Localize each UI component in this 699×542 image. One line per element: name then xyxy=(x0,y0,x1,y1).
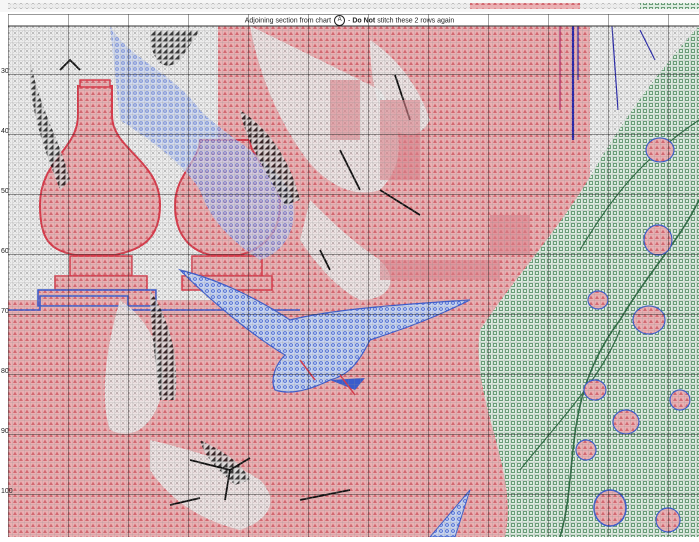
row-number-80: 80 xyxy=(1,368,9,375)
row-number-100: 100 xyxy=(1,488,13,495)
cross-stitch-chart: Adjoining section from chart A - Do Not … xyxy=(0,0,699,538)
grid-overlay xyxy=(8,14,699,537)
chart-canvas xyxy=(0,0,699,538)
caption-prefix: Adjoining section from chart xyxy=(244,17,332,25)
row-number-70: 70 xyxy=(1,308,9,315)
row-number-30: 30 xyxy=(1,68,9,75)
row-number-40: 40 xyxy=(1,128,9,135)
adjoining-section-caption: Adjoining section from chart A - Do Not … xyxy=(0,15,699,26)
caption-emphasis: Do Not xyxy=(352,17,376,25)
section-letter-circle: A xyxy=(334,15,346,26)
row-ruler xyxy=(0,26,8,537)
row-number-50: 50 xyxy=(1,188,9,195)
row-number-90: 90 xyxy=(1,428,9,435)
caption-suffix: stitch these 2 rows again xyxy=(375,17,455,25)
top-border-strip xyxy=(0,0,699,12)
row-number-60: 60 xyxy=(1,248,9,255)
